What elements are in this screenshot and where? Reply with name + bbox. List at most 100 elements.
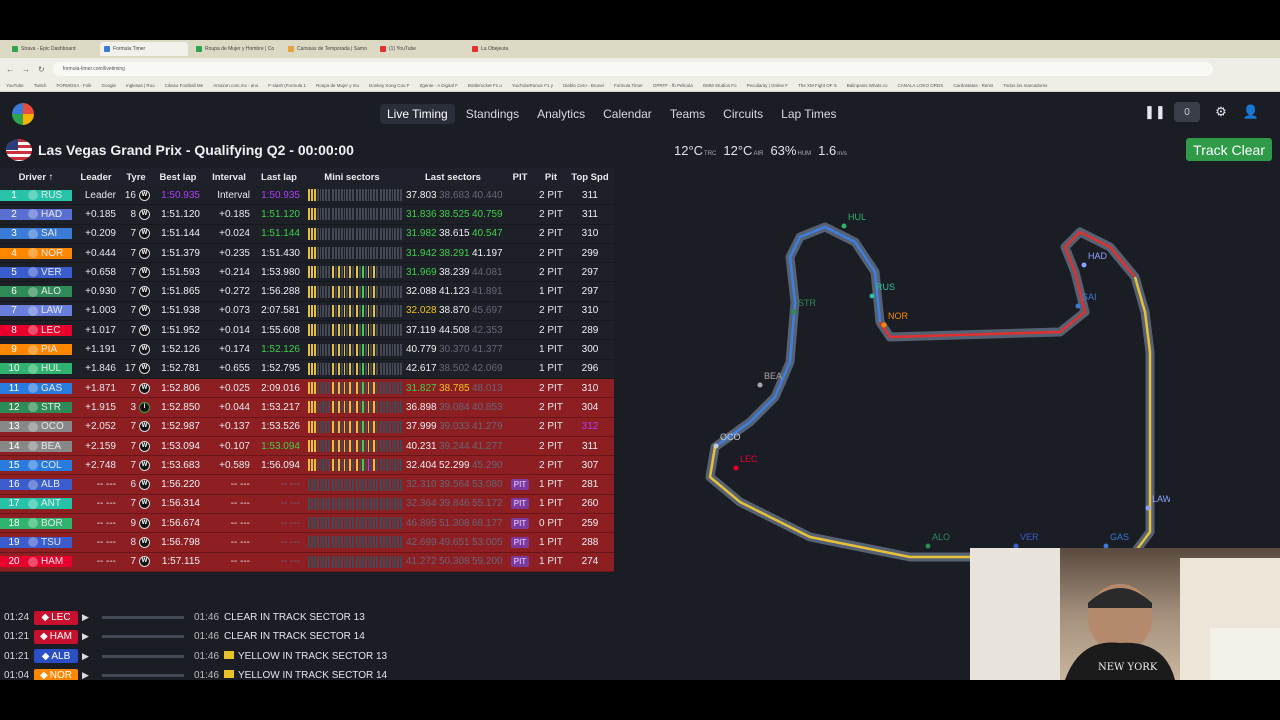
bookmark-item[interactable]: Google bbox=[101, 83, 116, 88]
driver-cell[interactable]: ALO bbox=[28, 286, 72, 298]
table-row[interactable]: 16 ALB -- --- 6 W 1:56.220 -- --- -- --- 32.310 3… bbox=[0, 475, 614, 495]
driver-cell[interactable]: STR bbox=[28, 401, 72, 413]
column-header[interactable]: Driver ↑ bbox=[0, 172, 72, 183]
column-header[interactable]: Mini sectors bbox=[304, 172, 400, 183]
driver-cell[interactable]: SAI bbox=[28, 228, 72, 240]
browser-tab[interactable]: La Obejeuta bbox=[468, 42, 556, 56]
column-header[interactable]: Leader bbox=[72, 172, 120, 183]
play-icon[interactable]: ▶ bbox=[82, 612, 92, 623]
replay-progress-bar[interactable] bbox=[102, 674, 184, 678]
replay-progress-bar[interactable] bbox=[102, 654, 184, 658]
bookmark-item[interactable]: Donkey Kong Cou F bbox=[369, 83, 410, 88]
bookmark-item[interactable]: CANALA LOKO ORDS bbox=[898, 83, 944, 88]
driver-cell[interactable]: HAM bbox=[28, 556, 72, 568]
table-row[interactable]: 8 LEC +1.017 7 W 1:51.952 +0.014 1:55.608 37.119… bbox=[0, 321, 614, 341]
nav-link-analytics[interactable]: Analytics bbox=[530, 104, 592, 124]
race-control-row[interactable]: 01:21 ◆ ALB ▶ 01:46 YELLOW IN TRACK SECTOR 13 bbox=[0, 647, 960, 666]
browser-tab[interactable]: Strava - Epic Dashboard bbox=[8, 42, 96, 56]
column-header[interactable]: Last lap bbox=[254, 172, 304, 183]
play-icon[interactable]: ▶ bbox=[82, 651, 92, 662]
table-row[interactable]: 14 BEA +2.159 7 W 1:53.094 +0.107 1:53.094 40.23… bbox=[0, 436, 614, 457]
play-icon[interactable]: ▶ bbox=[82, 631, 92, 642]
driver-cell[interactable]: ALB bbox=[28, 479, 72, 491]
column-header[interactable]: Best lap bbox=[152, 172, 204, 183]
table-row[interactable]: 11 GAS +1.871 7 W 1:52.806 +0.025 2:09.016 31.82… bbox=[0, 378, 614, 399]
bookmark-item[interactable]: The XM Fight OF S bbox=[798, 83, 837, 88]
table-row[interactable]: 15 COL +2.748 7 W 1:53.683 +0.589 1:56.094 32.40… bbox=[0, 456, 614, 476]
race-control-row[interactable]: 01:04 ◆ NOR ▶ 01:46 YELLOW IN TRACK SECTOR 14 bbox=[0, 666, 960, 680]
bookmark-item[interactable]: Zgente - A Digital F bbox=[420, 83, 458, 88]
app-logo[interactable] bbox=[12, 103, 34, 125]
nav-link-circuits[interactable]: Circuits bbox=[716, 104, 770, 124]
table-row[interactable]: 1 RUS Leader 16 W 1:50.935 Interval 1:50.935 37.… bbox=[0, 186, 614, 206]
pause-icon[interactable]: ❚❚ bbox=[1144, 104, 1166, 120]
table-row[interactable]: 13 OCO +2.052 7 W 1:52.987 +0.137 1:53.526 37.99… bbox=[0, 417, 614, 437]
bookmark-item[interactable]: YouTube bbox=[6, 83, 24, 88]
driver-cell[interactable]: BOR bbox=[28, 517, 72, 529]
browser-tab[interactable]: Roupa de Mujer y Hombre | Co bbox=[192, 42, 280, 56]
nav-link-lap-times[interactable]: Lap Times bbox=[774, 104, 843, 124]
column-header[interactable]: Pit bbox=[534, 172, 568, 183]
table-row[interactable]: 19 TSU -- --- 8 W 1:56.798 -- --- -- --- 42.699 4… bbox=[0, 533, 614, 553]
bookmark-item[interactable]: F-slash (Formula 1 bbox=[268, 83, 306, 88]
url-field[interactable]: formula-timer.com/livetiming bbox=[52, 62, 1213, 76]
browser-tab[interactable]: Camisas de Temporada | Samo bbox=[284, 42, 372, 56]
driver-cell[interactable]: RUS bbox=[28, 189, 72, 201]
bookmark-item[interactable]: Cardostatus - Rems bbox=[953, 83, 993, 88]
replay-progress-bar[interactable] bbox=[102, 616, 184, 620]
bookmark-item[interactable]: Inglesas | Roo bbox=[126, 83, 155, 88]
driver-cell[interactable]: COL bbox=[28, 459, 72, 471]
nav-link-calendar[interactable]: Calendar bbox=[596, 104, 659, 124]
driver-cell[interactable]: BEA bbox=[28, 440, 72, 452]
forward-icon[interactable]: → bbox=[22, 65, 30, 74]
driver-cell[interactable]: OCO bbox=[28, 421, 72, 433]
reload-icon[interactable]: ↻ bbox=[38, 65, 45, 74]
bookmark-item[interactable]: Twitch bbox=[34, 83, 47, 88]
bookmark-item[interactable]: GMM Studios Fo bbox=[703, 83, 737, 88]
table-row[interactable]: 12 STR +1.915 3 I 1:52.850 +0.044 1:53.217 36.89… bbox=[0, 398, 614, 418]
table-row[interactable]: 20 HAM -- --- 7 W 1:57.115 -- --- -- --- 41.272 5… bbox=[0, 552, 614, 572]
table-row[interactable]: 4 NOR +0.444 7 W 1:51.379 +0.235 1:51.430 31.942… bbox=[0, 243, 614, 264]
driver-cell[interactable]: HUL bbox=[28, 363, 72, 375]
table-row[interactable]: 10 HUL +1.846 17 W 1:52.781 +0.655 1:52.795 42.6… bbox=[0, 359, 614, 379]
driver-cell[interactable]: LEC bbox=[28, 324, 72, 336]
table-row[interactable]: 2 HAD +0.185 8 W 1:51.120 +0.185 1:51.120 31.836… bbox=[0, 205, 614, 225]
nav-link-teams[interactable]: Teams bbox=[663, 104, 712, 124]
driver-cell[interactable]: ANT bbox=[28, 498, 72, 510]
driver-cell[interactable]: GAS bbox=[28, 382, 72, 394]
race-control-row[interactable]: 01:21 ◆ HAM ▶ 01:46 CLEAR IN TRACK SECTOR 14 bbox=[0, 627, 960, 646]
column-header[interactable]: PIT bbox=[506, 172, 534, 183]
table-row[interactable]: 18 BOR -- --- 9 W 1:56.674 -- --- -- --- 46.895 5… bbox=[0, 514, 614, 534]
column-header[interactable]: Last sectors bbox=[400, 172, 506, 183]
driver-cell[interactable]: LAW bbox=[28, 305, 72, 317]
column-header[interactable]: Tyre bbox=[120, 172, 152, 183]
back-icon[interactable]: ← bbox=[6, 65, 14, 74]
column-header[interactable]: Interval bbox=[204, 172, 254, 183]
driver-cell[interactable]: HAD bbox=[28, 208, 72, 220]
driver-cell[interactable]: VER bbox=[28, 266, 72, 278]
bookmark-item[interactable]: Balinpanis Whats.co bbox=[847, 83, 888, 88]
driver-cell[interactable]: PIA bbox=[28, 344, 72, 356]
gear-icon[interactable]: ⚙ bbox=[1212, 104, 1230, 120]
table-row[interactable]: 3 SAI +0.209 7 W 1:51.144 +0.024 1:51.144 31.982… bbox=[0, 224, 614, 244]
browser-tab[interactable]: Formula Timer bbox=[100, 42, 188, 56]
bookmark-item[interactable]: Amazon.com.mx - ano bbox=[213, 83, 258, 88]
race-control-row[interactable]: 01:24 ◆ LEC ▶ 01:46 CLEAR IN TRACK SECTOR 13 bbox=[0, 608, 960, 627]
bookmark-item[interactable]: YouTubeRumor F1 y bbox=[512, 83, 553, 88]
table-row[interactable]: 5 VER +0.658 7 W 1:51.593 +0.214 1:53.980 31.969… bbox=[0, 263, 614, 283]
browser-tab[interactable]: (1) YouTube bbox=[376, 42, 464, 56]
driver-cell[interactable]: NOR bbox=[28, 247, 72, 259]
play-icon[interactable]: ▶ bbox=[82, 670, 92, 680]
bookmark-item[interactable]: Diablo Cero - Brunei bbox=[563, 83, 604, 88]
user-icon[interactable]: 👤 bbox=[1242, 104, 1260, 120]
bookmark-item[interactable]: GPRTF - fb Pelicula bbox=[653, 83, 693, 88]
bookmark-item[interactable]: Todos los marcadores bbox=[1003, 83, 1047, 88]
nav-link-live-timing[interactable]: Live Timing bbox=[380, 104, 455, 124]
nav-link-standings[interactable]: Standings bbox=[459, 104, 526, 124]
delay-counter[interactable]: 0 bbox=[1174, 102, 1200, 122]
bookmark-item[interactable]: Peculiarity | Online F bbox=[747, 83, 788, 88]
table-row[interactable]: 17 ANT -- --- 7 W 1:56.314 -- --- -- --- 32.364 3… bbox=[0, 494, 614, 515]
driver-cell[interactable]: TSU bbox=[28, 536, 72, 548]
table-row[interactable]: 6 ALO +0.930 7 W 1:51.865 +0.272 1:56.288 32.088… bbox=[0, 282, 614, 302]
bookmark-item[interactable]: FORMOSA - Folk bbox=[56, 83, 91, 88]
